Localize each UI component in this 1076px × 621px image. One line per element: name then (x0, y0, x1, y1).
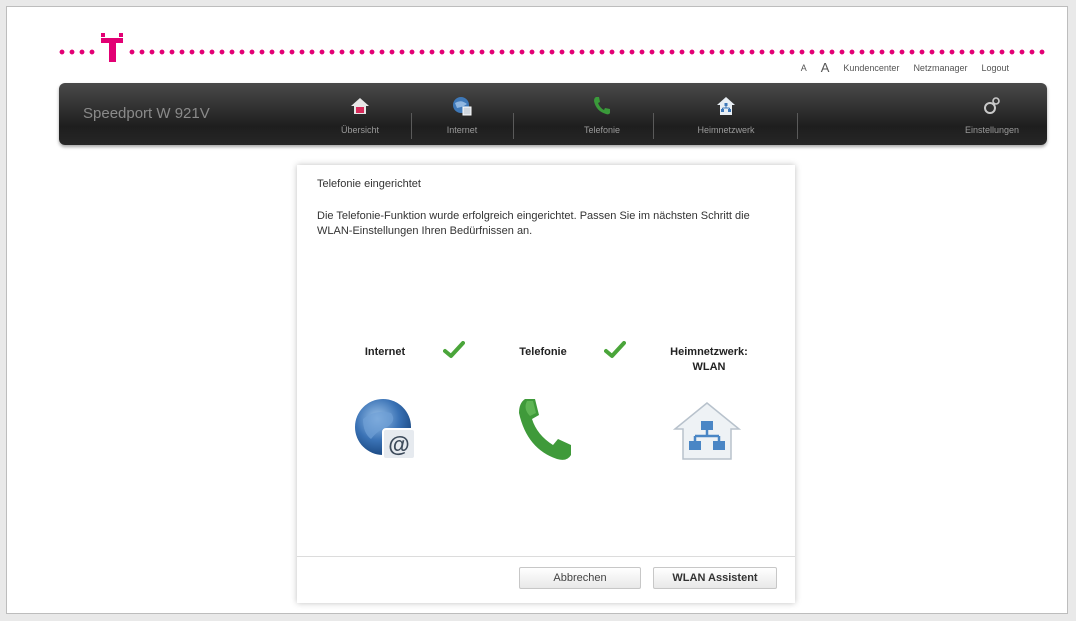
phone-handset-icon (519, 399, 571, 460)
nav-item-label: Einstellungen (964, 125, 1020, 135)
home-network-icon (673, 402, 741, 460)
globe-email-icon: @ (355, 399, 416, 460)
link-netzmanager[interactable]: Netzmanager (913, 63, 967, 73)
home-network-icon (717, 97, 735, 115)
step-label: Internet (364, 346, 406, 358)
check-icon (604, 341, 626, 358)
wlan-assistant-button[interactable]: WLAN Assistent (653, 567, 777, 589)
dialog-title: Telefonie eingerichtet (317, 178, 421, 190)
top-links: A A Kundencenter Netzmanager Logout (801, 60, 1009, 75)
internet-icon (453, 97, 472, 116)
link-logout[interactable]: Logout (981, 63, 1009, 73)
brand-row (57, 33, 1047, 63)
nav-item-label: Heimnetzwerk (697, 125, 755, 135)
step-label-line2: WLAN (692, 361, 726, 373)
setup-dialog: Telefonie eingerichtet Die Telefonie-Fun… (297, 165, 795, 603)
nav-item-label: Übersicht (340, 125, 379, 135)
font-size-large-button[interactable]: A (821, 60, 830, 75)
nav-item-label: Telefonie (583, 125, 621, 135)
nav-item-internet[interactable]: Internet (411, 83, 513, 145)
step-internet: Internet (325, 345, 445, 360)
step-label: Telefonie (519, 346, 567, 358)
nav-item-label: Internet (446, 125, 478, 135)
product-name: Speedport W 921V (83, 105, 210, 122)
nav-item-uebersicht[interactable]: Übersicht (309, 83, 411, 145)
cancel-button[interactable]: Abbrechen (519, 567, 641, 589)
check-icon (443, 341, 465, 358)
nav-item-einstellungen[interactable]: Einstellungen (937, 83, 1047, 145)
step-telefonie: Telefonie (483, 345, 603, 360)
font-size-small-button[interactable]: A (801, 63, 807, 73)
step-heimnetzwerk: Heimnetzwerk: WLAN (649, 345, 769, 375)
telekom-logo[interactable] (99, 33, 125, 63)
home-icon (351, 98, 369, 114)
browser-frame: A A Kundencenter Netzmanager Logout Spee… (6, 6, 1068, 614)
dialog-footer: Abbrechen WLAN Assistent (297, 556, 795, 603)
main-navbar: Speedport W 921V Übersicht Internet Tele… (59, 83, 1047, 145)
nav-item-telefonie[interactable]: Telefonie (551, 83, 653, 145)
link-kundencenter[interactable]: Kundencenter (843, 63, 899, 73)
svg-text:@: @ (388, 432, 409, 457)
phone-icon (594, 97, 610, 115)
settings-icon (984, 97, 1000, 114)
nav-item-heimnetzwerk[interactable]: Heimnetzwerk (675, 83, 777, 145)
step-label-line1: Heimnetzwerk: (670, 346, 748, 358)
dialog-message: Die Telefonie-Funktion wurde erfolgreich… (317, 210, 750, 237)
magenta-dot-line (57, 49, 1047, 55)
